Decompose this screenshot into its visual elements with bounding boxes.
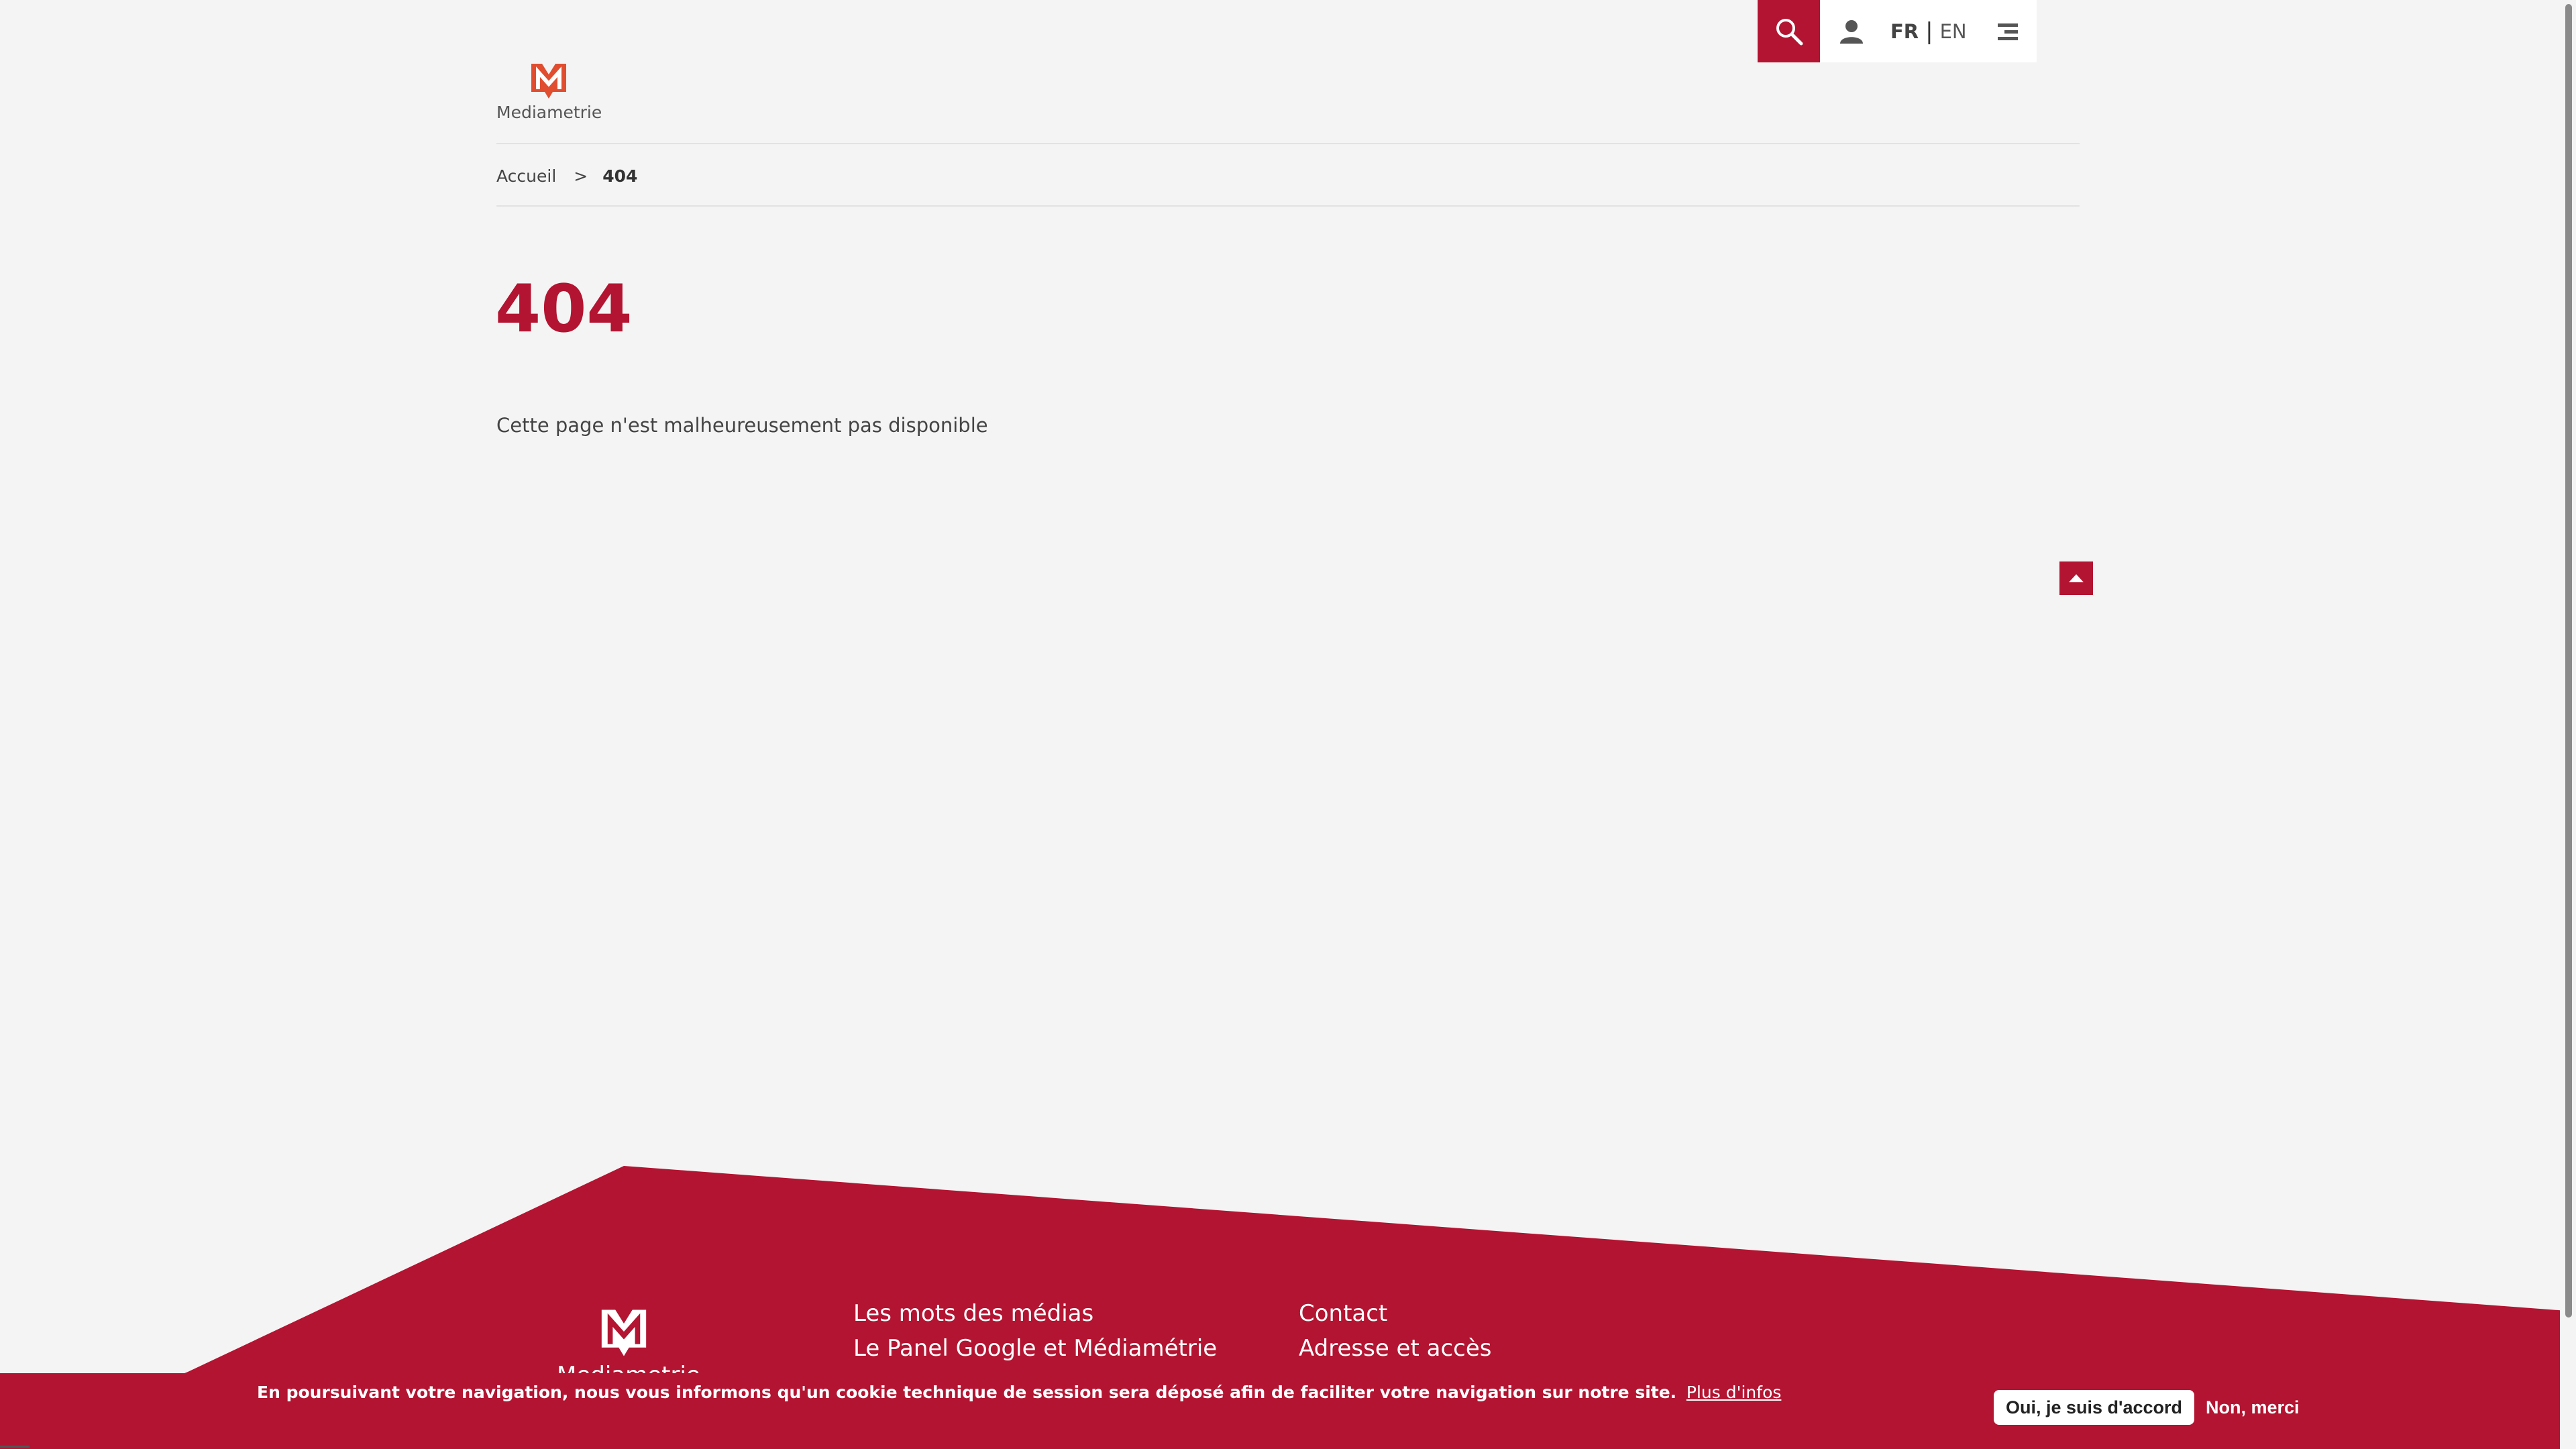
footer-link-panel-google[interactable]: Le Panel Google et Médiamétrie — [853, 1331, 1217, 1366]
top-toolbar: FR | EN — [1758, 0, 2037, 62]
header-divider — [496, 143, 2080, 144]
cookie-message: En poursuivant votre navigation, nous vo… — [257, 1383, 1677, 1402]
search-button[interactable] — [1758, 0, 1820, 62]
corner-mark — [0, 1446, 30, 1448]
page-title: 404 — [495, 271, 633, 347]
page-scrollbar[interactable] — [2560, 0, 2576, 1449]
breadcrumb-current: 404 — [602, 166, 638, 186]
user-icon — [1839, 19, 1863, 44]
footer-link-adresse[interactable]: Adresse et accès — [1299, 1331, 1491, 1366]
lang-en[interactable]: EN — [1940, 20, 1967, 43]
scrollbar-thumb[interactable] — [2565, 4, 2572, 1318]
footer-link-mots-des-medias[interactable]: Les mots des médias — [853, 1296, 1217, 1331]
menu-button[interactable] — [1979, 0, 2037, 62]
lang-separator: | — [1925, 17, 1933, 45]
footer-background — [0, 1166, 2576, 1449]
account-button[interactable] — [1820, 0, 1882, 62]
chevron-up-icon — [2069, 574, 2084, 582]
breadcrumb-home-link[interactable]: Accueil — [496, 166, 556, 186]
mediametrie-logo-icon — [601, 1309, 647, 1356]
cookie-refuse-button[interactable]: Non, merci — [2196, 1390, 2309, 1425]
footer-links-column-2: Contact Adresse et accès — [1299, 1296, 1491, 1366]
error-message: Cette page n'est malheureusement pas dis… — [496, 414, 988, 437]
logo-text: Mediametrie — [496, 103, 602, 122]
footer-links-column-1: Les mots des médias Le Panel Google et M… — [853, 1296, 1217, 1366]
menu-icon — [1997, 23, 2018, 40]
search-icon — [1776, 18, 1803, 45]
site-logo[interactable]: Mediametrie — [496, 62, 604, 122]
cookie-more-info-link[interactable]: Plus d'infos — [1686, 1383, 1782, 1402]
cookie-text-container: En poursuivant votre navigation, nous vo… — [257, 1383, 1781, 1402]
breadcrumb-divider — [496, 205, 2080, 207]
breadcrumb-separator: > — [574, 166, 588, 186]
back-to-top-button[interactable] — [2059, 561, 2093, 595]
page: FR | EN Mediametrie Accueil > 404 404 Ce… — [0, 0, 2576, 1449]
cookie-accept-button[interactable]: Oui, je suis d'accord — [1994, 1390, 2194, 1425]
language-switcher: FR | EN — [1882, 0, 1979, 62]
mediametrie-logo-icon — [531, 64, 566, 99]
lang-fr[interactable]: FR — [1890, 20, 1919, 43]
footer-link-contact[interactable]: Contact — [1299, 1296, 1491, 1331]
breadcrumb: Accueil > 404 — [496, 166, 637, 186]
